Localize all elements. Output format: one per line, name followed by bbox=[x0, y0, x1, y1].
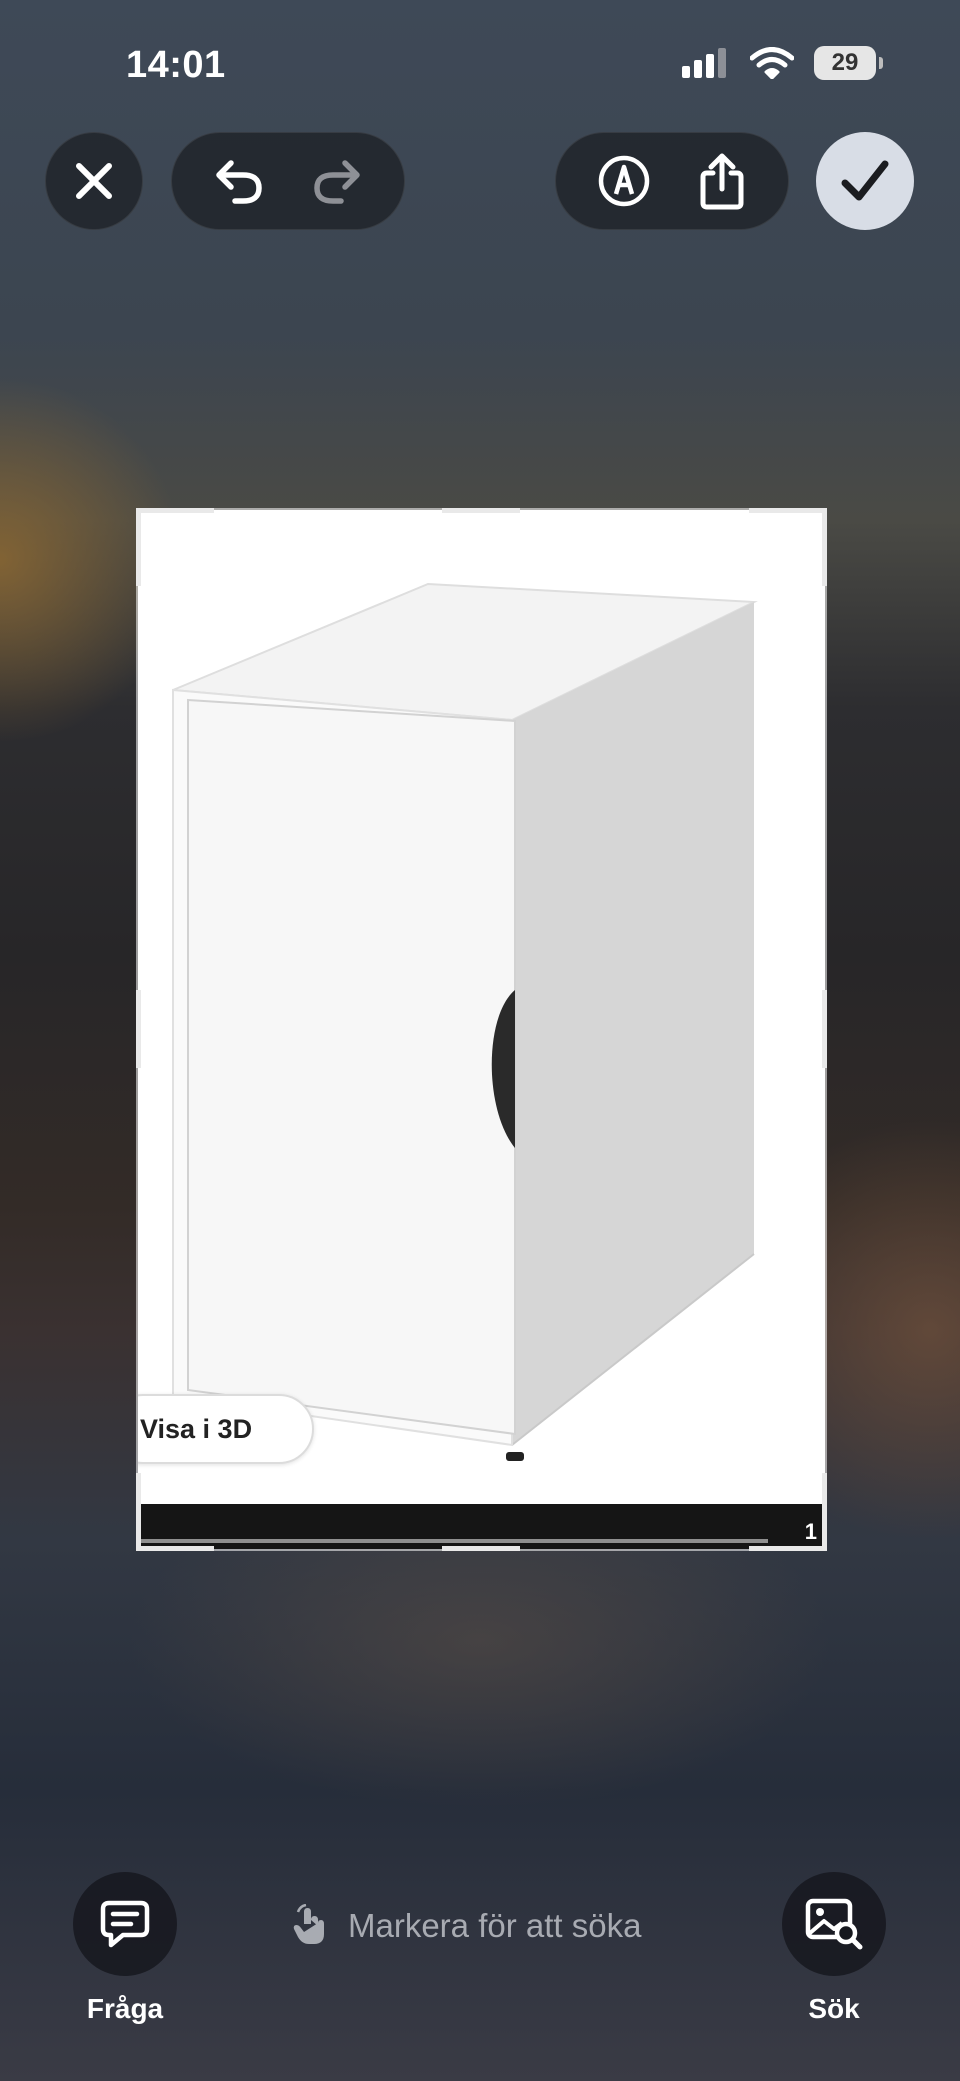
wifi-icon bbox=[750, 47, 794, 79]
crop-handle-bottom-left-vertical[interactable] bbox=[136, 1473, 141, 1551]
crop-handle-top-right[interactable] bbox=[749, 508, 827, 513]
crop-handle-top-middle[interactable] bbox=[442, 508, 520, 513]
status-time: 14:01 bbox=[126, 44, 226, 86]
done-button[interactable] bbox=[816, 132, 914, 230]
ask-label: Fråga bbox=[86, 1993, 164, 2024]
crop-handle-bottom-middle[interactable] bbox=[442, 1546, 520, 1551]
redo-icon[interactable] bbox=[311, 157, 363, 205]
crop-handle-left-middle[interactable] bbox=[136, 990, 141, 1068]
speech-bubble-icon bbox=[99, 1899, 151, 1949]
undo-icon[interactable] bbox=[213, 157, 265, 205]
crop-handle-right-middle[interactable] bbox=[822, 990, 827, 1068]
ask-button[interactable] bbox=[73, 1872, 177, 1976]
close-icon bbox=[73, 160, 115, 202]
close-button[interactable] bbox=[45, 132, 143, 230]
share-icon[interactable] bbox=[697, 151, 747, 211]
undo-redo-group bbox=[171, 132, 405, 230]
image-search-button[interactable] bbox=[782, 1872, 886, 1976]
checkmark-icon bbox=[840, 158, 890, 204]
image-search-label: Sök bbox=[808, 1993, 860, 2024]
crop-handle-bottom-left[interactable] bbox=[136, 1546, 214, 1551]
tools-group bbox=[555, 132, 789, 230]
battery-indicator: 29 bbox=[814, 46, 883, 80]
crop-frame[interactable] bbox=[136, 508, 827, 1551]
search-hint-text: Markera för att söka bbox=[348, 1907, 642, 1944]
cellular-signal-icon bbox=[682, 48, 730, 78]
markup-pen-icon[interactable] bbox=[597, 154, 651, 208]
crop-handle-top-right-vertical[interactable] bbox=[822, 508, 827, 586]
status-icons: 29 bbox=[682, 46, 883, 80]
image-search-icon bbox=[804, 1897, 864, 1951]
search-hint: Markera för att söka bbox=[290, 1904, 641, 1948]
crop-handle-top-left[interactable] bbox=[136, 508, 214, 513]
battery-level: 29 bbox=[831, 49, 859, 76]
crop-handle-bottom-right-vertical[interactable] bbox=[822, 1473, 827, 1551]
tap-hand-icon bbox=[290, 1904, 330, 1948]
crop-handle-top-left-vertical[interactable] bbox=[136, 508, 141, 586]
crop-handle-bottom-right[interactable] bbox=[749, 1546, 827, 1551]
